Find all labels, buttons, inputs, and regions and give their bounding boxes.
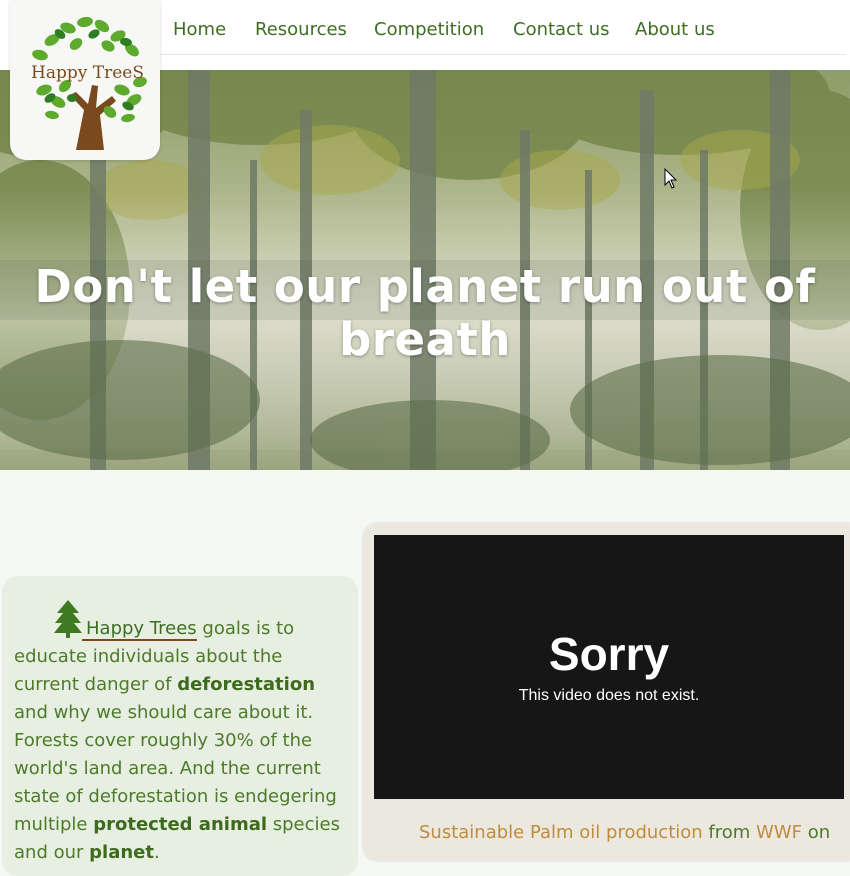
info-bold-protected-animal: protected animal <box>93 814 268 835</box>
nav-resources[interactable]: Resources <box>255 19 347 40</box>
video-player[interactable]: Sorry This video does not exist. <box>374 535 844 799</box>
info-paragraph: Happy Trees goals is to educate individu… <box>14 600 352 867</box>
nav-home[interactable]: Home <box>173 19 226 40</box>
main-nav: Home Resources Competition Contact us Ab… <box>160 0 846 55</box>
info-card: Happy Trees goals is to educate individu… <box>2 576 358 876</box>
video-caption: Sustainable Palm oil production from WWF… <box>419 822 830 843</box>
mouse-cursor-icon <box>664 168 678 189</box>
caption-wwf-link[interactable]: WWF <box>756 822 802 843</box>
happy-trees-link[interactable]: Happy Trees <box>82 618 197 641</box>
info-bold-deforestation: deforestation <box>177 674 316 695</box>
hero-title: Don't let our planet run out of breath <box>34 260 816 366</box>
caption-on: on <box>801 822 831 843</box>
video-error-message: This video does not exist. <box>518 687 700 704</box>
caption-palm-oil-link[interactable]: Sustainable Palm oil production <box>419 822 703 843</box>
nav-about-us[interactable]: About us <box>635 19 715 40</box>
happy-trees-logo[interactable]: Happy TreeS <box>10 0 160 160</box>
video-error-title: Sorry <box>548 628 670 680</box>
pine-tree-icon <box>54 600 82 638</box>
logo-text: Happy TreeS <box>31 63 144 83</box>
nav-contact-us[interactable]: Contact us <box>513 19 610 40</box>
info-bold-planet: planet <box>89 842 154 863</box>
info-text-4: . <box>153 842 160 863</box>
caption-from: from <box>702 822 757 843</box>
nav-competition[interactable]: Competition <box>374 19 484 40</box>
